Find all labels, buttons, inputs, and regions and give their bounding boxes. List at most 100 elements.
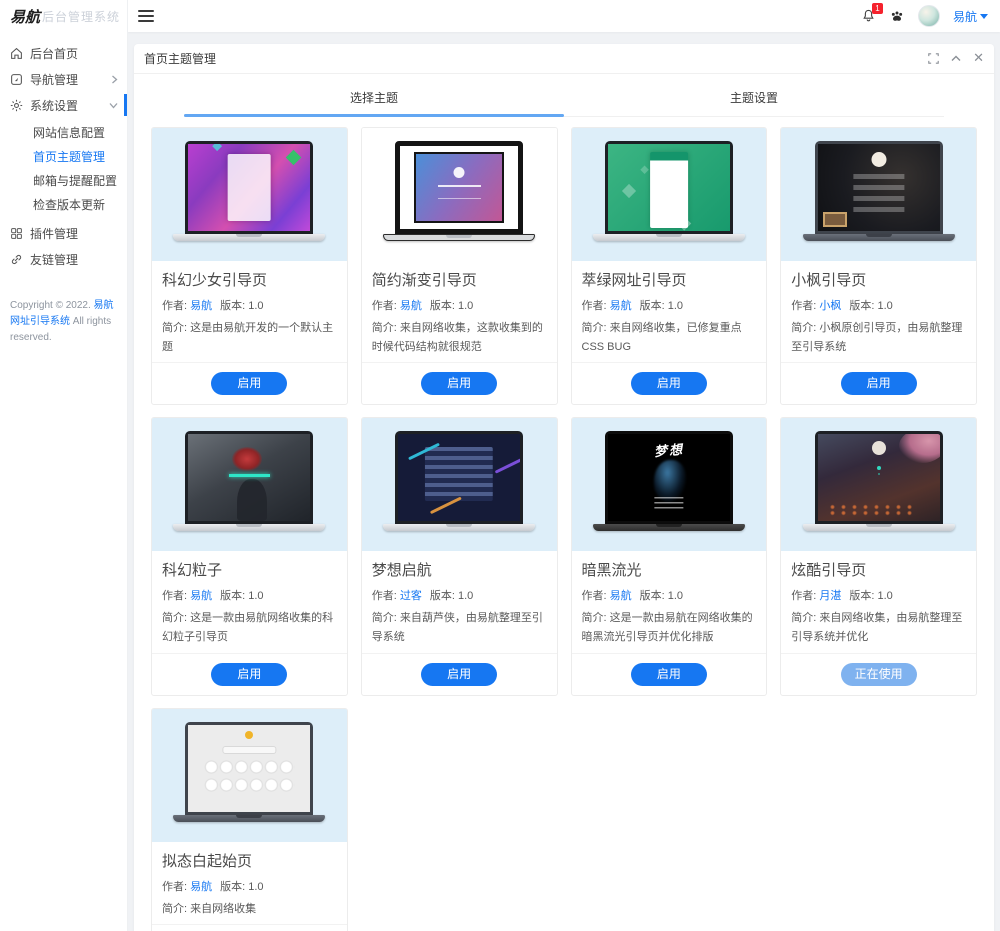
thumbnail-text [608,145,730,156]
version-label: 版本: [849,300,878,312]
copyright-prefix: Copyright © 2022. [10,300,94,311]
author-link[interactable]: 易航 [610,590,632,602]
theme-meta: 作者: 小枫 版本: 1.0 [791,297,966,313]
intro-label: 简介: [371,612,400,625]
laptop-display [188,144,311,231]
submenu-item-label: 网站信息配置 [33,125,106,140]
laptop-base [173,234,326,241]
theme-card: 炫酷引导页 作者: 月湛 版本: 1.0 简介: 来自网络收集，由易航整理至引导系… [780,417,977,696]
theme-meta: 作者: 过客 版本: 1.0 [372,587,547,603]
enable-button[interactable]: 启用 [211,372,288,396]
tab-theme-settings[interactable]: 主题设置 [564,80,944,116]
theme-info: 萃绿网址引导页 作者: 易航 版本: 1.0 简介: 来自网络收集，已修复重点CS… [572,261,767,362]
enable-button[interactable]: 启用 [211,662,288,686]
enable-button[interactable]: 启用 [840,372,917,396]
author-label: 作者: [371,300,400,312]
intro-label: 简介: [371,322,400,334]
submenu-item-theme-manage[interactable]: 首页主题管理 [0,144,127,168]
author-link[interactable]: 易航 [190,300,212,312]
laptop-base [383,524,536,532]
version-label: 版本: [639,300,668,312]
thumbnail-art [822,211,847,227]
menu-toggle-icon[interactable] [138,10,154,22]
thumbnail-text [818,435,940,446]
card-footer: 启用 [571,652,767,695]
author-label: 作者: [791,590,820,603]
sidebar-item-link-manage[interactable]: 友链管理 [0,246,127,272]
intro-label: 简介: [581,322,610,334]
theme-thumbnail [152,418,347,552]
laptop-mockup [173,431,326,532]
notification-bell-icon[interactable]: 1 [861,3,883,24]
author-link[interactable]: 易航 [610,300,632,312]
theme-name: 科幻少女引导页 [162,272,268,289]
card-footer: 启用 [152,652,347,695]
author-label: 作者: [162,300,191,312]
panel-tools: ✕ [928,52,984,65]
laptop-screen [185,141,314,234]
author-label: 作者: [581,300,610,312]
theme-name: 科幻粒子 [162,562,223,580]
collapse-icon[interactable] [951,55,961,62]
submenu-item-label: 首页主题管理 [33,149,106,164]
logo-brand: 易航 [10,7,41,26]
user-avatar[interactable] [917,5,940,27]
sidebar-item-system-settings[interactable]: 系统设置 [0,92,127,118]
fullscreen-icon[interactable] [928,53,939,64]
tab-select-theme[interactable]: 选择主题 [184,80,564,117]
submenu-item-site-info[interactable]: 网站信息配置 [0,120,127,144]
author-link[interactable]: 易航 [190,881,212,893]
submenu-item-check-update[interactable]: 检查版本更新 [0,192,127,216]
enable-button[interactable]: 启用 [630,662,707,686]
theme-thumbnail [152,128,347,261]
sidebar-item-nav-manage[interactable]: 导航管理 [0,66,127,92]
close-icon[interactable]: ✕ [973,52,984,65]
user-menu[interactable]: 易航 [953,8,988,25]
card-footer: 正在使用 [781,652,976,695]
theme-intro: 简介: 这是一款由易航在网络收集的暗黑流光引导页并优化排版 [582,609,757,646]
theme-info: 小枫引导页 作者: 小枫 版本: 1.0 简介: 小枫原创引导页，由易航整理至引导… [781,261,976,362]
thumbnail-text [818,145,940,156]
laptop-screen [814,431,943,525]
author-link[interactable]: 易航 [400,300,422,312]
theme-card: 科幻少女引导页 作者: 易航 版本: 1.0 简介: 这是由易航开发的一个默认主题… [151,127,348,406]
thumbnail-text [416,155,502,162]
theme-paw-icon[interactable] [889,8,905,24]
submenu-item-mail-config[interactable]: 邮箱与提醒配置 [0,168,127,192]
sidebar-submenu: 网站信息配置 首页主题管理 邮箱与提醒配置 检查版本更新 [0,120,127,216]
theme-thumbnail [571,128,767,261]
author-link[interactable]: 月湛 [819,590,841,602]
theme-name: 简约渐变引导页 [371,272,477,289]
content: 首页主题管理 ✕ 选择主题 主题设置 科幻少女引导页 作者: 易航 版本: 1.… [128,32,1000,931]
enable-button[interactable]: 启用 [421,372,498,396]
intro-label: 简介: [581,612,610,625]
card-footer: 启用 [361,362,557,404]
theme-name: 炫酷引导页 [791,562,867,580]
theme-intro: 简介: 来自网络收集，这款收集到的时候代码结构就很规范 [372,319,547,356]
sidebar-item-label: 后台首页 [30,46,79,61]
enable-button[interactable]: 启用 [630,372,707,396]
enable-button[interactable]: 正在使用 [840,662,917,686]
author-link[interactable]: 小枫 [819,300,841,312]
laptop-screen [395,141,524,234]
theme-meta: 作者: 易航 版本: 1.0 [582,297,757,313]
laptop-base [802,524,955,532]
theme-name: 暗黑流光 [581,562,642,580]
sidebar-item-dashboard[interactable]: 后台首页 [0,40,127,66]
theme-card: 简约渐变引导页 作者: 易航 版本: 1.0 简介: 来自网络收集，这款收集到的时… [360,127,558,406]
laptop-mockup [802,431,955,532]
copyright: Copyright © 2022. 易航网址引导系统 All rights re… [0,298,127,346]
plugin-icon [10,227,23,240]
intro-text: 来自网络收集 [190,902,257,915]
author-link[interactable]: 易航 [190,590,212,602]
theme-card: 萃绿网址引导页 作者: 易航 版本: 1.0 简介: 来自网络收集，已修复重点CS… [570,127,768,406]
version-value: 1.0 [667,590,684,603]
theme-name: 小枫引导页 [791,272,867,289]
author-link[interactable]: 过客 [400,590,422,602]
sidebar-item-plugin-manage[interactable]: 插件管理 [0,220,127,246]
theme-info: 科幻少女引导页 作者: 易航 版本: 1.0 简介: 这是由易航开发的一个默认主题 [152,261,347,362]
logo-suffix: 后台管理系统 [42,9,121,24]
intro-label: 简介: [791,612,820,625]
enable-button[interactable]: 启用 [421,662,498,686]
card-footer: 启用 [571,362,767,404]
